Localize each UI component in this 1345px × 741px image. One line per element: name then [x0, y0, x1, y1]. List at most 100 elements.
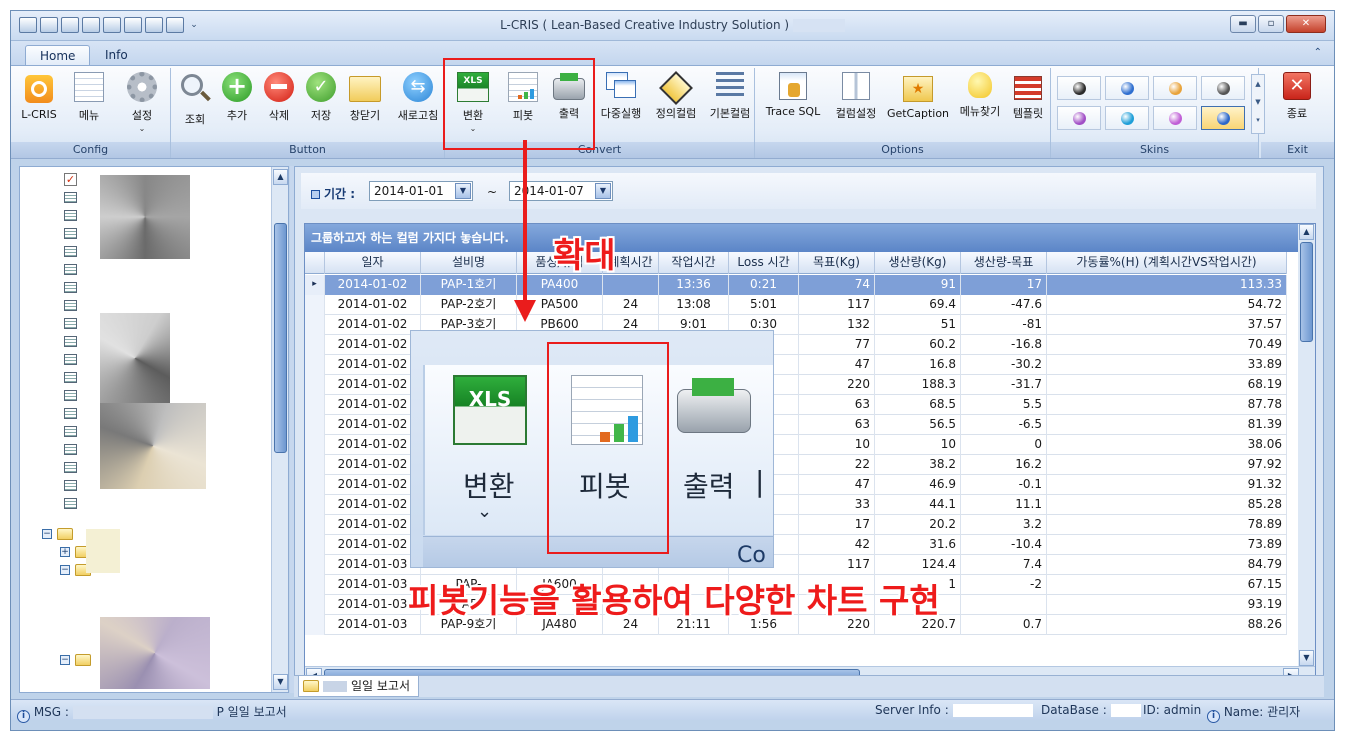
add-button[interactable]: + 추가	[217, 72, 257, 138]
tree-item[interactable]	[64, 297, 77, 314]
row-indicator[interactable]	[305, 475, 325, 495]
row-indicator[interactable]	[305, 335, 325, 355]
close-window-button[interactable]: 창닫기	[343, 72, 387, 138]
tree-scrollbar[interactable]: ▲ ▼	[271, 167, 288, 692]
column-header[interactable]: 일자	[325, 252, 421, 274]
restore-button[interactable]: ▫	[1258, 15, 1284, 33]
row-indicator[interactable]	[305, 535, 325, 555]
tree-item[interactable]	[64, 315, 77, 332]
row-indicator[interactable]	[305, 455, 325, 475]
tree-item[interactable]	[64, 405, 77, 422]
delete-button[interactable]: 삭제	[259, 72, 299, 138]
row-indicator[interactable]: ▸	[305, 275, 325, 295]
skin-option[interactable]	[1105, 106, 1149, 130]
skin-option[interactable]	[1153, 76, 1197, 100]
tree-item[interactable]	[64, 423, 77, 440]
minimize-button[interactable]: ▬	[1230, 15, 1256, 33]
tree-item[interactable]	[64, 459, 77, 476]
multi-run-button[interactable]: 다중실행	[595, 72, 647, 138]
tree-item[interactable]	[64, 243, 77, 260]
tree-item[interactable]	[64, 387, 77, 404]
tree-item[interactable]	[64, 207, 77, 224]
column-header[interactable]: Loss 시간	[729, 252, 799, 274]
tree-item[interactable]	[64, 225, 77, 242]
column-header[interactable]: 설비명	[421, 252, 517, 274]
collapse-icon[interactable]: −	[42, 528, 52, 539]
refresh-button[interactable]: ⇆ 새로고침	[393, 72, 443, 138]
scroll-down-icon[interactable]: ▼	[273, 674, 288, 690]
row-indicator[interactable]	[305, 435, 325, 455]
row-indicator[interactable]	[305, 395, 325, 415]
row-indicator[interactable]	[305, 375, 325, 395]
lcris-button[interactable]: L-CRIS	[17, 72, 61, 138]
date-from-picker[interactable]: 2014-01-01 ▼	[369, 181, 473, 201]
search-button[interactable]: 조회	[175, 72, 215, 138]
default-column-button[interactable]: 기본컬럼	[705, 72, 755, 138]
tree-item[interactable]	[64, 333, 77, 350]
tab-info[interactable]: Info	[91, 45, 142, 66]
scroll-down-icon[interactable]: ▼	[1299, 650, 1314, 666]
template-button[interactable]: 템플릿	[1007, 72, 1049, 138]
tree-item[interactable]: ✓	[64, 171, 77, 188]
trace-sql-button[interactable]: Trace SQL	[761, 72, 825, 138]
tree-item[interactable]	[64, 279, 77, 296]
skin-option-selected[interactable]	[1201, 106, 1245, 130]
row-indicator[interactable]	[305, 555, 325, 575]
tree-item[interactable]	[64, 369, 77, 386]
column-header[interactable]: 생산량(Kg)	[875, 252, 961, 274]
group-by-panel[interactable]: 그룹하고자 하는 컬럼 가지다 놓습니다.	[305, 224, 1315, 252]
row-indicator[interactable]	[305, 355, 325, 375]
column-header[interactable]: 가동률%(H) (계획시간VS작업시간)	[1047, 252, 1287, 274]
scroll-up-icon[interactable]: ▲	[273, 169, 288, 185]
row-indicator[interactable]	[305, 495, 325, 515]
tree-folder[interactable]: −	[60, 651, 91, 668]
table-row[interactable]: ▸ 2014-01-02 PAP-1호기 PA400 13:36 0:21 74 91 17 11…	[305, 275, 1287, 295]
skin-option[interactable]	[1153, 106, 1197, 130]
tree-item[interactable]	[64, 441, 77, 458]
scroll-thumb[interactable]	[274, 223, 287, 453]
ribbon-minimize-icon[interactable]: ⌃	[1314, 47, 1322, 58]
row-indicator[interactable]	[305, 575, 325, 595]
tab-home[interactable]: Home	[25, 45, 91, 66]
exit-button[interactable]: ✕ 종료	[1271, 72, 1323, 138]
row-indicator[interactable]	[305, 315, 325, 335]
expand-icon[interactable]: +	[60, 546, 70, 557]
tree-folder[interactable]: −	[42, 525, 73, 542]
row-indicator[interactable]	[305, 295, 325, 315]
scroll-thumb[interactable]	[1300, 242, 1313, 342]
get-caption-button[interactable]: ★ GetCaption	[885, 72, 951, 138]
collapse-icon[interactable]: −	[60, 564, 70, 575]
document-tab[interactable]: 일일 보고서	[298, 676, 420, 697]
column-header[interactable]: 목표(Kg)	[799, 252, 875, 274]
row-indicator[interactable]	[305, 595, 325, 615]
calendar-dropdown-icon[interactable]: ▼	[455, 183, 471, 199]
collapse-icon[interactable]: −	[60, 654, 70, 665]
skin-option[interactable]	[1201, 76, 1245, 100]
scroll-up-icon[interactable]: ▲	[1299, 224, 1314, 240]
define-column-button[interactable]: 정의컬럼	[651, 71, 701, 138]
tree-item[interactable]	[64, 495, 77, 512]
table-cell: 24	[603, 295, 659, 315]
tree-item[interactable]	[64, 351, 77, 368]
row-indicator[interactable]	[305, 515, 325, 535]
tree-item[interactable]	[64, 261, 77, 278]
close-button[interactable]: ✕	[1286, 15, 1326, 33]
column-header[interactable]: 생산량-목표	[961, 252, 1047, 274]
tree-item[interactable]	[64, 477, 77, 494]
skin-option[interactable]	[1057, 106, 1101, 130]
grid-vscrollbar[interactable]: ▲ ▼	[1298, 224, 1315, 666]
checked-checkbox-icon[interactable]: ✓	[64, 173, 77, 186]
column-settings-button[interactable]: 컬럼설정	[829, 72, 883, 138]
calendar-dropdown-icon[interactable]: ▼	[595, 183, 611, 199]
skin-option[interactable]	[1057, 76, 1101, 100]
tree-item[interactable]	[64, 189, 77, 206]
row-indicator[interactable]	[305, 615, 325, 635]
save-button[interactable]: ✓ 저장	[301, 72, 341, 138]
find-menu-button[interactable]: 메뉴찾기	[955, 72, 1005, 138]
skin-option[interactable]	[1105, 76, 1149, 100]
menu-button[interactable]: 메뉴	[67, 72, 111, 138]
row-indicator[interactable]	[305, 415, 325, 435]
settings-button[interactable]: 설정 ⌄	[117, 72, 167, 138]
column-header[interactable]: 작업시간	[659, 252, 729, 274]
table-row[interactable]: 2014-01-02 PAP-2호기 PA500 24 13:08 5:01 117 69.4…	[305, 295, 1287, 315]
